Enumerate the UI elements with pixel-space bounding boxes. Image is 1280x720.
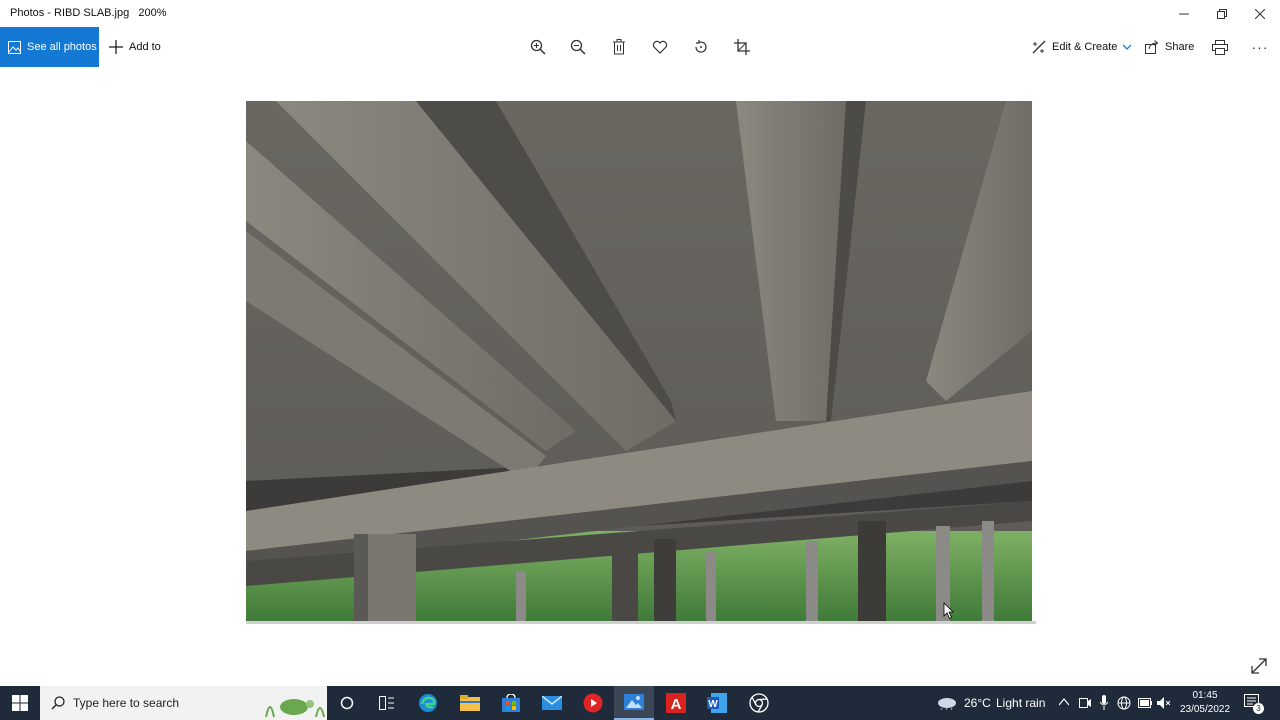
taskbar-chrome[interactable] — [739, 686, 779, 720]
rotate-button[interactable] — [689, 35, 713, 59]
start-button[interactable] — [0, 686, 40, 720]
photo-border — [246, 621, 1036, 624]
zoom-in-button[interactable] — [526, 35, 550, 59]
restore-icon — [1217, 8, 1227, 19]
ribbed-slab-photo — [246, 101, 1032, 622]
acrobat-icon: A — [666, 693, 686, 713]
taskbar-youtube[interactable] — [573, 686, 613, 720]
share-button[interactable]: Share — [1145, 27, 1194, 67]
edit-create-label: Edit & Create — [1052, 41, 1118, 53]
photo-viewer-image[interactable] — [246, 101, 1032, 622]
network-globe-icon[interactable] — [1117, 696, 1131, 710]
add-to-label: Add to — [129, 41, 161, 53]
taskbar-word[interactable]: W — [697, 686, 737, 720]
svg-text:W: W — [708, 699, 718, 710]
word-icon: W — [707, 693, 727, 713]
battery-icon[interactable] — [1138, 698, 1152, 708]
weather-rain-icon — [938, 698, 956, 710]
share-label: Share — [1165, 41, 1195, 53]
print-button[interactable] — [1208, 35, 1232, 59]
fullscreen-button[interactable] — [1249, 656, 1269, 676]
taskbar-edge[interactable] — [408, 686, 448, 720]
store-icon — [502, 694, 520, 712]
system-clock[interactable]: 01:45 23/05/2022 — [1170, 689, 1240, 717]
expand-icon — [1251, 658, 1267, 674]
taskbar-search-box[interactable]: Type here to search — [40, 686, 327, 720]
clock-date: 23/05/2022 — [1179, 704, 1231, 715]
cortana-icon — [340, 696, 354, 710]
volume-muted-icon[interactable] — [1157, 696, 1171, 710]
taskbar-file-explorer[interactable] — [450, 686, 490, 720]
zoom-level: 200% — [138, 7, 167, 19]
photos-toolbar: See all photos Add to Edit & Create Shar… — [0, 27, 1280, 67]
favorite-button[interactable] — [648, 35, 672, 59]
taskbar-acrobat[interactable]: A — [656, 686, 696, 720]
microphone-icon[interactable] — [1099, 695, 1109, 710]
folder-icon — [460, 695, 480, 711]
edit-create-icon — [1032, 40, 1046, 54]
clock-time: 01:45 — [1192, 690, 1218, 701]
edge-icon — [419, 694, 437, 712]
taskbar-store[interactable] — [491, 686, 531, 720]
search-placeholder: Type here to search — [73, 696, 180, 710]
mouse-cursor-icon — [943, 602, 954, 620]
search-icon — [51, 696, 65, 710]
delete-icon — [613, 39, 625, 55]
crop-icon — [734, 39, 750, 55]
meet-now-icon[interactable] — [1079, 696, 1091, 710]
mail-icon — [542, 696, 562, 710]
rotate-icon — [695, 40, 707, 53]
zoom-in-icon — [530, 39, 546, 55]
chrome-icon — [749, 693, 769, 713]
minimize-icon — [1179, 13, 1189, 14]
chevron-up-icon[interactable] — [1059, 698, 1069, 706]
share-icon — [1145, 40, 1159, 54]
minimize-button[interactable] — [1165, 0, 1203, 27]
title-bar: Photos - RIBD SLAB.jpg 200% — [0, 0, 1280, 27]
weather-temperature[interactable]: 26°C — [964, 696, 991, 710]
window-title: Photos - RIBD SLAB.jpg 200% — [10, 7, 167, 19]
search-highlight-turtle-icon — [265, 699, 325, 718]
close-button[interactable] — [1241, 0, 1279, 27]
taskbar-mail[interactable] — [532, 686, 572, 720]
task-view-icon — [379, 696, 394, 710]
cortana-button[interactable] — [327, 686, 367, 720]
task-view-button[interactable] — [367, 686, 407, 720]
zoom-out-button[interactable] — [566, 35, 590, 59]
edit-create-button[interactable]: Edit & Create — [1032, 27, 1132, 67]
see-all-photos-label: See all photos — [27, 41, 97, 53]
notification-count-badge: 3 — [1253, 703, 1264, 714]
crop-button[interactable] — [730, 35, 754, 59]
windows-logo-icon — [12, 695, 28, 711]
print-icon — [1212, 39, 1228, 55]
windows-taskbar: Type here to search A W 26°C Light rain — [0, 686, 1280, 720]
delete-button[interactable] — [607, 35, 631, 59]
youtube-icon — [583, 693, 603, 713]
chevron-down-icon — [1123, 44, 1132, 50]
photos-icon — [8, 40, 21, 54]
see-all-photos-button[interactable]: See all photos — [0, 27, 99, 67]
more-options-button[interactable]: ··· — [1248, 35, 1272, 59]
photos-app-icon — [624, 694, 644, 710]
action-center-button[interactable]: 3 — [1244, 694, 1264, 714]
window-title-text: Photos - RIBD SLAB.jpg — [10, 7, 130, 19]
restore-button[interactable] — [1203, 0, 1241, 27]
zoom-out-icon — [570, 39, 586, 55]
svg-text:A: A — [671, 696, 682, 713]
close-icon — [1255, 8, 1265, 19]
taskbar-photos[interactable] — [614, 686, 654, 720]
add-to-button[interactable]: Add to — [109, 27, 161, 67]
favorite-icon — [652, 40, 668, 54]
weather-condition[interactable]: Light rain — [996, 696, 1045, 710]
plus-icon — [109, 40, 123, 54]
